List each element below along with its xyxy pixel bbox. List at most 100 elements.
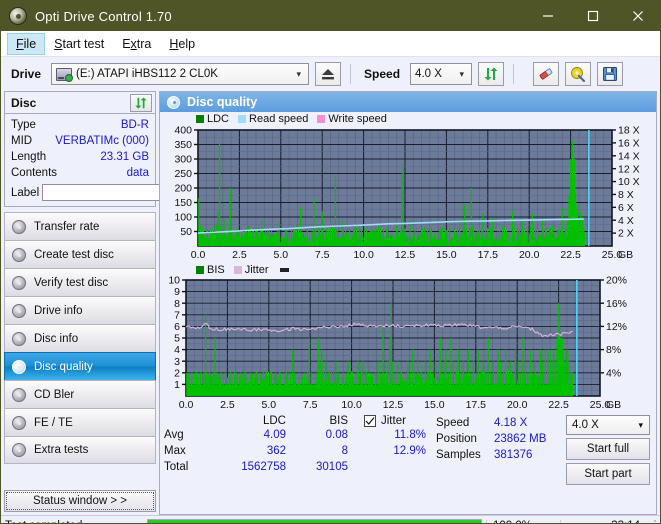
stats-header-row: LDC BIS	[164, 415, 364, 427]
svg-text:12%: 12%	[606, 321, 627, 333]
jitter-avg-value: 11.8%	[394, 429, 426, 441]
svg-text:2 X: 2 X	[618, 228, 634, 240]
stats-max-bis: 8	[341, 445, 348, 457]
close-button[interactable]	[615, 1, 660, 31]
page-title: Disc quality	[187, 95, 258, 109]
sidebar-item-create-test-disc[interactable]: Create test disc	[4, 240, 156, 268]
main-body: Disc Type BD-R MID VERBATIMc (000) Lengt…	[1, 91, 660, 515]
svg-text:200: 200	[174, 183, 192, 195]
erase-button[interactable]	[533, 62, 560, 86]
disc-panel-title: Disc	[11, 95, 37, 110]
start-full-button[interactable]: Start full	[566, 438, 650, 460]
jitter-label: Jitter	[381, 415, 406, 427]
stats-avg-bis: 0.08	[325, 429, 348, 441]
stats-avg-ldc: 4.09	[263, 429, 286, 441]
resize-grip[interactable]	[646, 518, 660, 523]
bis-chart-legend: BIS Jitter	[160, 262, 656, 276]
disc-value-type: BD-R	[120, 119, 149, 131]
disc-create-icon	[12, 247, 26, 262]
drive-label: Drive	[11, 67, 42, 81]
legend-label-bis: BIS	[207, 264, 225, 276]
svg-text:6 X: 6 X	[618, 202, 634, 214]
stats-panel: LDC BIS Avg 4.09 0.08 Max 362 8 Total 15…	[160, 412, 656, 514]
legend-label-read-speed: Read speed	[249, 113, 309, 125]
stats-row-max: Max 362 8	[164, 443, 364, 459]
maximize-button[interactable]	[570, 1, 615, 31]
menu-help[interactable]: Help	[160, 33, 204, 55]
app-disc-icon	[9, 7, 27, 25]
menu-start-test[interactable]: Start test	[45, 33, 113, 55]
sidebar-item-disc-quality[interactable]: Disc quality	[4, 352, 156, 380]
legend-item-read-speed: Read speed	[238, 113, 308, 125]
stats-label-max: Max	[164, 445, 186, 457]
svg-text:22.5: 22.5	[560, 249, 581, 261]
svg-text:15.0: 15.0	[424, 399, 445, 411]
burn-button[interactable]	[565, 62, 592, 86]
svg-text:14 X: 14 X	[618, 150, 640, 162]
sidebar-item-disc-info[interactable]: Disc info	[4, 324, 156, 352]
drive-select[interactable]: (E:) ATAPI iHBS112 2 CL0K ▾	[51, 63, 310, 85]
stats-max-ldc: 362	[266, 445, 286, 457]
menu-file[interactable]: FFileile	[7, 32, 46, 55]
speed-select[interactable]: 4.0 X ▾	[410, 63, 473, 85]
sidebar-label: Drive info	[34, 304, 83, 317]
svg-text:300: 300	[174, 154, 192, 166]
sidebar-label: Transfer rate	[34, 220, 100, 233]
legend-label-ldc: LDC	[207, 113, 230, 125]
disc-key-contents: Contents	[11, 167, 58, 179]
sidebar-item-verify-test-disc[interactable]: Verify test disc	[4, 268, 156, 296]
svg-text:12.5: 12.5	[383, 399, 404, 411]
disc-row-type: Type BD-R	[11, 117, 149, 133]
disc-transfer-icon	[12, 219, 26, 234]
menu-bar: FFileile Start test Extra Help	[1, 31, 660, 57]
refresh-button[interactable]	[478, 62, 505, 86]
sidebar-item-extra-tests[interactable]: Extra tests	[4, 436, 156, 464]
disc-key-length: Length	[11, 151, 47, 163]
status-window-button[interactable]: Status window > >	[4, 490, 156, 512]
svg-text:7.5: 7.5	[315, 249, 330, 261]
left-panel: Disc Type BD-R MID VERBATIMc (000) Lengt…	[1, 91, 244, 515]
menu-extra[interactable]: Extra	[113, 33, 160, 55]
svg-text:6: 6	[174, 321, 180, 333]
test-speed-select[interactable]: 4.0 X ▾	[566, 415, 650, 435]
sidebar-item-fe-te[interactable]: FE / TE	[4, 408, 156, 436]
svg-text:GB: GB	[606, 399, 621, 411]
status-bar: Test completed 100.0% 33:14	[1, 515, 660, 523]
svg-text:8%: 8%	[606, 344, 621, 356]
svg-text:10 X: 10 X	[618, 176, 640, 188]
stats-total-bis: 30105	[316, 461, 348, 473]
start-part-button[interactable]: Start part	[566, 463, 650, 485]
sidebar-item-drive-info[interactable]: Drive info	[4, 296, 156, 324]
sidebar-item-cd-bler[interactable]: CD Bler	[4, 380, 156, 408]
svg-text:20.0: 20.0	[519, 249, 540, 261]
bis-jitter-chart-svg: 12345678910 4% 8% 12% 16% 20% 0.0 2.5 5.0 7.5 10.0…	[168, 276, 627, 411]
svg-text:16%: 16%	[606, 298, 627, 310]
stats-header-blank	[164, 415, 220, 427]
legend-swatch-bis	[196, 266, 204, 274]
eject-button[interactable]	[315, 62, 342, 86]
svg-text:4%: 4%	[606, 367, 621, 379]
disc-extra-icon	[12, 443, 26, 457]
svg-text:5.0: 5.0	[273, 249, 288, 261]
svg-text:0.0: 0.0	[191, 249, 206, 261]
toolbar-separator	[513, 64, 515, 84]
svg-text:18 X: 18 X	[618, 126, 640, 137]
svg-text:2.5: 2.5	[232, 249, 247, 261]
sidebar-item-transfer-rate[interactable]: Transfer rate	[4, 212, 156, 240]
minimize-button[interactable]	[525, 1, 570, 31]
window-title: Opti Drive Control 1.70	[35, 8, 172, 24]
svg-text:20.0: 20.0	[507, 399, 528, 411]
save-button[interactable]	[597, 62, 624, 86]
progress-percent: 100.0%	[486, 519, 560, 523]
jitter-checkbox[interactable]	[364, 415, 376, 427]
disc-fete-icon	[12, 415, 26, 430]
ldc-chart: 50 100 150 200 250 300 350 400 2 X4 X6 X8 X 10 X1…	[160, 126, 656, 262]
sidebar-label: CD Bler	[34, 388, 75, 401]
stats-label-total: Total	[164, 461, 189, 473]
ldc-chart-svg: 501001502002503003504002 X4 X6 X8 X10 X1…	[174, 126, 640, 261]
content-panel: Disc quality LDC Read speed Write speed	[159, 91, 657, 515]
disc-key-mid: MID	[11, 135, 33, 147]
svg-text:2: 2	[174, 367, 180, 379]
svg-text:350: 350	[174, 139, 192, 151]
disc-refresh-button[interactable]	[130, 93, 152, 112]
